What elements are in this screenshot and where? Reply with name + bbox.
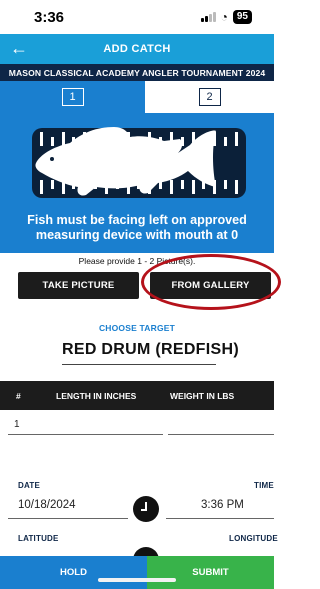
step-tab-1[interactable]: 1 [0,81,145,113]
status-bar: 3:36 ◔ 95 [0,0,274,34]
provide-pictures-text: Please provide 1 - 2 Picture(s). [78,256,196,266]
fish-silhouette-icon [35,127,216,196]
tournament-name: MASON CLASSICAL ACADEMY ANGLER TOURNAMEN… [0,64,274,81]
submit-button[interactable]: SUBMIT [147,556,274,589]
wifi-icon: ◔ [220,10,228,24]
choose-target-label: CHOOSE TARGET [98,323,176,333]
clock-icon[interactable] [133,496,159,522]
column-header-weight: WEIGHT IN LBS [170,391,235,401]
step-tab-2[interactable]: 2 [145,81,274,113]
row-number: 1 [14,419,20,430]
take-picture-button[interactable]: TAKE PICTURE [18,272,139,299]
longitude-label: LONGITUDE [229,534,278,543]
latitude-label: LATITUDE [18,534,59,543]
from-gallery-button[interactable]: FROM GALLERY [150,272,271,299]
hold-button[interactable]: HOLD [0,556,147,589]
table-row: 1 [0,410,274,450]
instruction-text: Fish must be facing left on approved mea… [27,213,247,242]
time-field[interactable]: 3:36 PM [201,499,244,511]
date-label: DATE [18,481,40,490]
time-underline [166,518,274,519]
home-indicator [98,578,176,582]
bottom-action-bar: HOLD SUBMIT [0,556,274,589]
battery-icon: 95 [232,10,252,24]
length-input[interactable] [8,434,163,435]
date-field[interactable]: 10/18/2024 [18,499,76,511]
status-icons: ◔ 95 [200,10,252,24]
column-header-length: LENGTH IN INCHES [56,391,137,401]
step-number: 2 [198,88,221,106]
instruction-panel: Fish must be facing left on approved mea… [0,113,274,253]
column-header-number: # [16,391,21,401]
step-number: 1 [61,88,84,106]
target-species-select[interactable]: RED DRUM (REDFISH) [62,341,239,365]
time-label: TIME [254,481,274,490]
catch-table-header: # LENGTH IN INCHES WEIGHT IN LBS [0,381,274,410]
signal-icon [200,12,216,22]
date-underline [8,518,128,519]
app-header: ← ADD CATCH [0,34,274,64]
weight-input[interactable] [168,434,274,435]
arrow-left-icon[interactable]: ← [10,38,28,59]
step-tabs: 1 2 [0,81,274,113]
page-title: ADD CATCH [103,43,171,55]
status-time: 3:36 [34,8,65,26]
